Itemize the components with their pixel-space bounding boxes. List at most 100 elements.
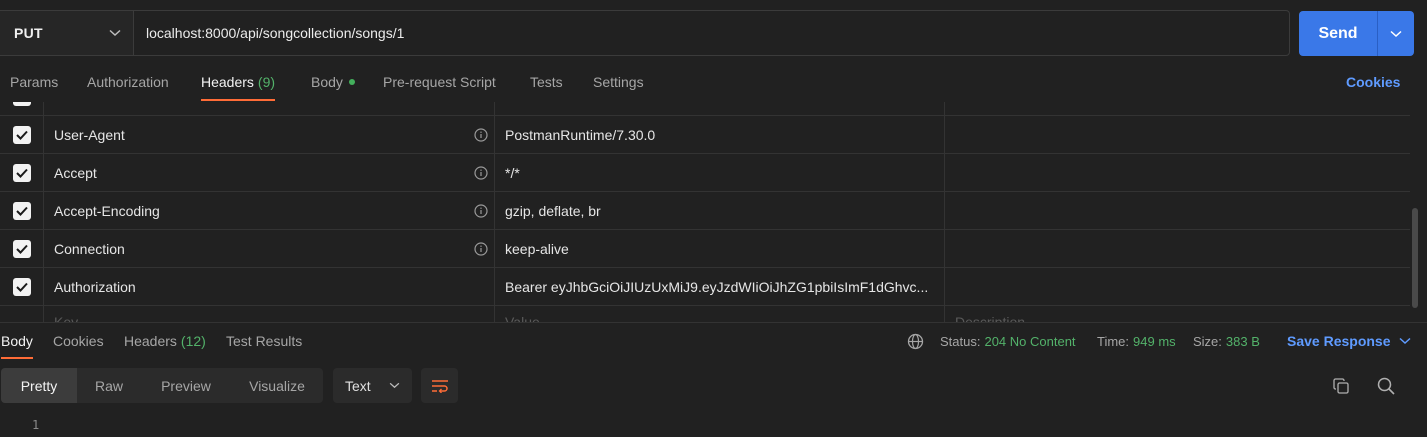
header-key-cell[interactable]	[44, 102, 495, 115]
table-row: Accept-Encoding gzip, deflate, br	[0, 192, 1410, 230]
row-checkbox[interactable]	[12, 239, 31, 258]
format-raw-button[interactable]: Raw	[77, 368, 141, 403]
tab-label: Settings	[593, 74, 644, 90]
scrollbar-thumb[interactable]	[1412, 208, 1418, 308]
header-key-cell[interactable]: Authorization	[44, 268, 495, 305]
format-pretty-button[interactable]: Pretty	[1, 368, 77, 403]
row-checkbox[interactable]	[12, 201, 31, 220]
send-button[interactable]: Send	[1299, 11, 1377, 56]
cookies-link[interactable]: Cookies	[1346, 62, 1400, 102]
response-tab-test-results[interactable]: Test Results	[226, 323, 302, 359]
response-tab-cookies[interactable]: Cookies	[53, 323, 104, 359]
tab-tests[interactable]: Tests	[530, 62, 563, 102]
chevron-down-icon	[389, 382, 400, 389]
header-key-cell[interactable]: User-Agent	[44, 116, 495, 153]
format-toggle-group: Pretty Raw Preview Visualize	[1, 368, 323, 403]
header-value-cell[interactable]	[495, 102, 945, 115]
check-icon	[15, 244, 28, 254]
header-description-cell[interactable]	[945, 102, 1410, 115]
header-description-cell[interactable]	[945, 230, 1410, 267]
header-key: User-Agent	[54, 126, 125, 143]
chevron-down-icon	[1398, 337, 1411, 345]
copy-icon	[1332, 377, 1349, 394]
header-value-cell[interactable]: PostmanRuntime/7.30.0	[495, 116, 945, 153]
tab-params[interactable]: Params	[10, 62, 58, 102]
language-label: Text	[345, 377, 371, 394]
row-checkbox-cell	[0, 306, 44, 322]
response-tab-headers[interactable]: Headers (12)	[124, 323, 206, 359]
active-tab-indicator	[201, 99, 276, 101]
size-readout[interactable]: Size: 383 B	[1193, 323, 1260, 359]
tab-count: (12)	[180, 333, 206, 349]
header-key: Accept-Encoding	[54, 202, 160, 219]
info-icon[interactable]	[474, 241, 488, 256]
row-checkbox[interactable]	[12, 163, 31, 182]
table-row: User-Agent PostmanRuntime/7.30.0	[0, 116, 1410, 154]
row-checkbox-cell	[0, 268, 44, 305]
new-value-input[interactable]: Value	[495, 306, 945, 322]
header-value-cell[interactable]: */*	[495, 154, 945, 191]
header-key: Connection	[54, 240, 125, 257]
chevron-down-icon	[109, 29, 121, 37]
tab-body[interactable]: Body	[311, 62, 355, 102]
headers-table: User-Agent PostmanRuntime/7.30.0 Accept …	[0, 102, 1410, 322]
row-checkbox-cell	[0, 192, 44, 229]
active-tab-indicator	[1, 357, 33, 359]
response-bar: Body Cookies Headers (12) Test Results S…	[0, 322, 1427, 359]
info-icon[interactable]	[474, 203, 488, 218]
tab-authorization[interactable]: Authorization	[87, 62, 169, 102]
header-value-cell[interactable]: keep-alive	[495, 230, 945, 267]
new-description-input[interactable]: Description	[945, 306, 1410, 322]
globe-icon-wrap[interactable]	[907, 323, 924, 359]
info-icon[interactable]	[474, 165, 488, 180]
chevron-down-icon	[1390, 30, 1402, 37]
save-response-label: Save Response	[1287, 333, 1391, 349]
method-select[interactable]: PUT	[0, 11, 134, 55]
wrap-lines-button[interactable]	[421, 368, 458, 403]
status-label: Status:	[940, 333, 981, 349]
table-row-new: Key Value Description	[0, 306, 1410, 322]
size-value: 383 B	[1225, 333, 1260, 349]
header-description-cell[interactable]	[945, 154, 1410, 191]
language-select[interactable]: Text	[333, 368, 412, 403]
status-readout[interactable]: Status: 204 No Content	[940, 323, 1076, 359]
info-icon[interactable]	[474, 127, 488, 142]
header-description-cell[interactable]	[945, 268, 1410, 305]
header-key-cell[interactable]: Accept-Encoding	[44, 192, 495, 229]
row-checkbox[interactable]	[12, 102, 31, 106]
tab-settings[interactable]: Settings	[593, 62, 644, 102]
header-description-cell[interactable]	[945, 192, 1410, 229]
table-row: Accept */*	[0, 154, 1410, 192]
row-checkbox[interactable]	[12, 125, 31, 144]
row-checkbox[interactable]	[12, 277, 31, 296]
tab-pre-request-script[interactable]: Pre-request Script	[383, 62, 496, 102]
url-input[interactable]: localhost:8000/api/songcollection/songs/…	[134, 11, 1289, 55]
response-tab-body[interactable]: Body	[1, 323, 33, 359]
header-value-cell[interactable]: Bearer eyJhbGciOiJIUzUxMiJ9.eyJzdWIiOiJh…	[495, 268, 945, 305]
headers-scrollbar[interactable]	[1412, 102, 1418, 322]
line-number: 1	[32, 418, 40, 432]
time-readout[interactable]: Time: 949 ms	[1097, 323, 1176, 359]
header-key: Authorization	[54, 278, 136, 295]
search-button[interactable]	[1374, 374, 1398, 398]
tab-headers[interactable]: Headers (9)	[201, 62, 276, 102]
copy-button[interactable]	[1329, 374, 1353, 398]
save-response-button[interactable]: Save Response	[1287, 323, 1411, 359]
format-preview-button[interactable]: Preview	[141, 368, 231, 403]
tab-label: Tests	[530, 74, 563, 90]
new-key-input[interactable]: Key	[44, 306, 495, 322]
header-key-cell[interactable]: Connection	[44, 230, 495, 267]
header-value-cell[interactable]: gzip, deflate, br	[495, 192, 945, 229]
send-options-button[interactable]	[1377, 11, 1414, 56]
header-key-cell[interactable]: Accept	[44, 154, 495, 191]
time-value: 949 ms	[1133, 333, 1176, 349]
wrap-lines-icon	[431, 379, 448, 393]
check-icon	[15, 206, 28, 216]
time-label: Time:	[1097, 333, 1130, 349]
table-row: Authorization Bearer eyJhbGciOiJIUzUxMiJ…	[0, 268, 1410, 306]
method-label: PUT	[14, 25, 43, 41]
header-key: Accept	[54, 164, 97, 181]
format-visualize-button[interactable]: Visualize	[231, 368, 323, 403]
header-description-cell[interactable]	[945, 116, 1410, 153]
tab-label: Pre-request Script	[383, 74, 496, 90]
